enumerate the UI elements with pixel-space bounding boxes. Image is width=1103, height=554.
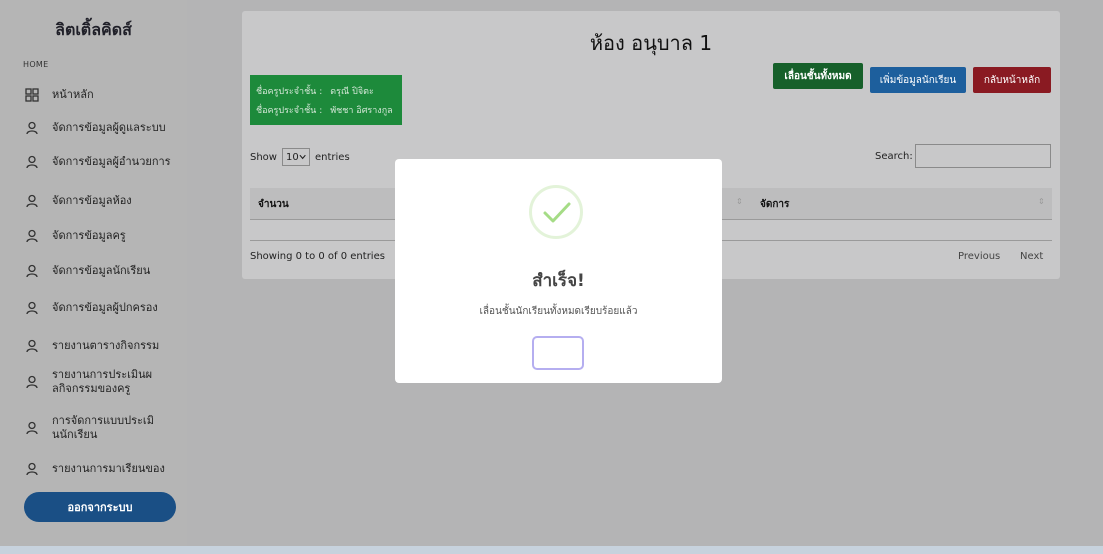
add-student-button[interactable]: เพิ่มข้อมูลนักเรียน bbox=[870, 67, 966, 93]
user-icon bbox=[25, 462, 39, 476]
sidebar-item-label: การจัดการแบบประเมินนักเรียน bbox=[52, 414, 154, 441]
entries-select[interactable]: 10 bbox=[281, 148, 310, 166]
table-info: Showing 0 to 0 of 0 entries bbox=[250, 251, 385, 262]
page-length-control: Show 10 entries bbox=[250, 148, 350, 166]
teacher-row: ชื่อครูประจำชั้น : พัชชา อิศรางกูล bbox=[256, 102, 396, 121]
sidebar-item-activity-report[interactable]: รายงานตารางกิจกรรม bbox=[25, 339, 185, 353]
confirm-button[interactable] bbox=[532, 336, 584, 370]
sidebar-item-rooms[interactable]: จัดการข้อมูลห้อง bbox=[25, 194, 185, 208]
nav-section-header: HOME bbox=[23, 60, 49, 69]
column-header-count[interactable]: จำนวน bbox=[258, 197, 289, 212]
modal-message: เลื่อนชั้นนักเรียนทั้งหมดเรียบร้อยแล้ว bbox=[479, 306, 638, 317]
sidebar-item-teacher-eval-report[interactable]: รายงานการประเมินผลกิจกรรมของครู bbox=[25, 368, 165, 396]
sidebar-item-label: จัดการข้อมูลผู้ปกครอง bbox=[52, 301, 158, 314]
sidebar-item-directors[interactable]: จัดการข้อมูลผู้อำนวยการ bbox=[25, 155, 185, 169]
modal-title: สำเร็จ! bbox=[532, 271, 585, 291]
back-home-button[interactable]: กลับหน้าหลัก bbox=[973, 67, 1051, 93]
sidebar-item-label: จัดการข้อมูลครู bbox=[52, 229, 126, 242]
user-icon bbox=[25, 155, 39, 169]
user-icon bbox=[25, 264, 39, 278]
sidebar-item-label: รายงานการมาเรียนของ bbox=[52, 462, 165, 475]
sidebar-item-admins[interactable]: จัดการข้อมูลผู้ดูแลระบบ bbox=[25, 121, 185, 135]
sidebar-item-label: รายงานการประเมินผลกิจกรรมของครู bbox=[52, 368, 153, 395]
sidebar-item-parents[interactable]: จัดการข้อมูลผู้ปกครอง bbox=[25, 301, 185, 315]
next-button[interactable]: Next bbox=[1020, 251, 1043, 262]
user-icon bbox=[25, 339, 39, 353]
dashboard-icon bbox=[25, 88, 39, 102]
sidebar-item-students[interactable]: จัดการข้อมูลนักเรียน bbox=[25, 264, 185, 278]
success-modal: สำเร็จ! เลื่อนชั้นนักเรียนทั้งหมดเรียบร้… bbox=[395, 159, 722, 383]
teacher-row: ชื่อครูประจำชั้น : ดรุณี ปิจิตะ bbox=[256, 83, 396, 102]
teacher-label: ชื่อครูประจำชั้น : bbox=[256, 106, 323, 116]
search-input[interactable] bbox=[914, 144, 1051, 168]
search-label: Search: bbox=[875, 150, 913, 162]
logout-button[interactable]: ออกจากระบบ bbox=[24, 492, 176, 522]
column-header-manage[interactable]: จัดการ bbox=[760, 197, 789, 212]
previous-button[interactable]: Previous bbox=[958, 251, 1000, 262]
user-icon bbox=[25, 375, 39, 389]
user-icon bbox=[25, 194, 39, 208]
user-icon bbox=[25, 229, 39, 243]
brand-logo[interactable]: ลิตเติ้ลคิดส์ bbox=[0, 18, 187, 43]
chevron-down-icon bbox=[299, 154, 306, 160]
sidebar-item-label: จัดการข้อมูลห้อง bbox=[52, 194, 132, 207]
page-title: ห้อง อนุบาล 1 bbox=[589, 31, 713, 55]
show-label: Show bbox=[250, 151, 277, 163]
sidebar-item-label: จัดการข้อมูลผู้ดูแลระบบ bbox=[52, 121, 166, 134]
entries-value: 10 bbox=[285, 151, 299, 163]
check-icon bbox=[529, 185, 583, 239]
sidebar-item-home[interactable]: หน้าหลัก bbox=[25, 88, 185, 102]
sidebar-item-label: จัดการข้อมูลนักเรียน bbox=[52, 264, 151, 277]
sidebar-item-label: หน้าหลัก bbox=[52, 88, 94, 101]
sidebar-item-label: รายงานตารางกิจกรรม bbox=[52, 339, 160, 352]
promote-all-button[interactable]: เลื่อนชั้นทั้งหมด bbox=[773, 63, 863, 89]
teacher-name: พัชชา อิศรางกูล bbox=[330, 106, 393, 116]
sidebar-item-attendance-report[interactable]: รายงานการมาเรียนของ bbox=[25, 462, 185, 476]
entries-label: entries bbox=[314, 151, 350, 163]
sort-icon[interactable]: ⇕ bbox=[736, 197, 743, 206]
user-icon bbox=[25, 301, 39, 315]
sidebar-item-label: จัดการข้อมูลผู้อำนวยการ bbox=[52, 155, 171, 168]
sidebar: ลิตเติ้ลคิดส์ HOME หน้าหลัก จัดการข้อมูล… bbox=[0, 0, 187, 546]
sidebar-item-student-eval[interactable]: การจัดการแบบประเมินนักเรียน bbox=[25, 414, 165, 442]
search-control: Search: bbox=[875, 144, 1051, 168]
teacher-label: ชื่อครูประจำชั้น : bbox=[256, 87, 323, 97]
user-icon bbox=[25, 421, 39, 435]
os-taskbar bbox=[0, 546, 1103, 554]
user-icon bbox=[25, 121, 39, 135]
sidebar-item-teachers[interactable]: จัดการข้อมูลครู bbox=[25, 229, 185, 243]
homeroom-teachers: ชื่อครูประจำชั้น : ดรุณี ปิจิตะ ชื่อครูปร… bbox=[250, 75, 402, 125]
sort-icon[interactable]: ⇕ bbox=[1038, 197, 1045, 206]
teacher-name: ดรุณี ปิจิตะ bbox=[330, 87, 374, 97]
